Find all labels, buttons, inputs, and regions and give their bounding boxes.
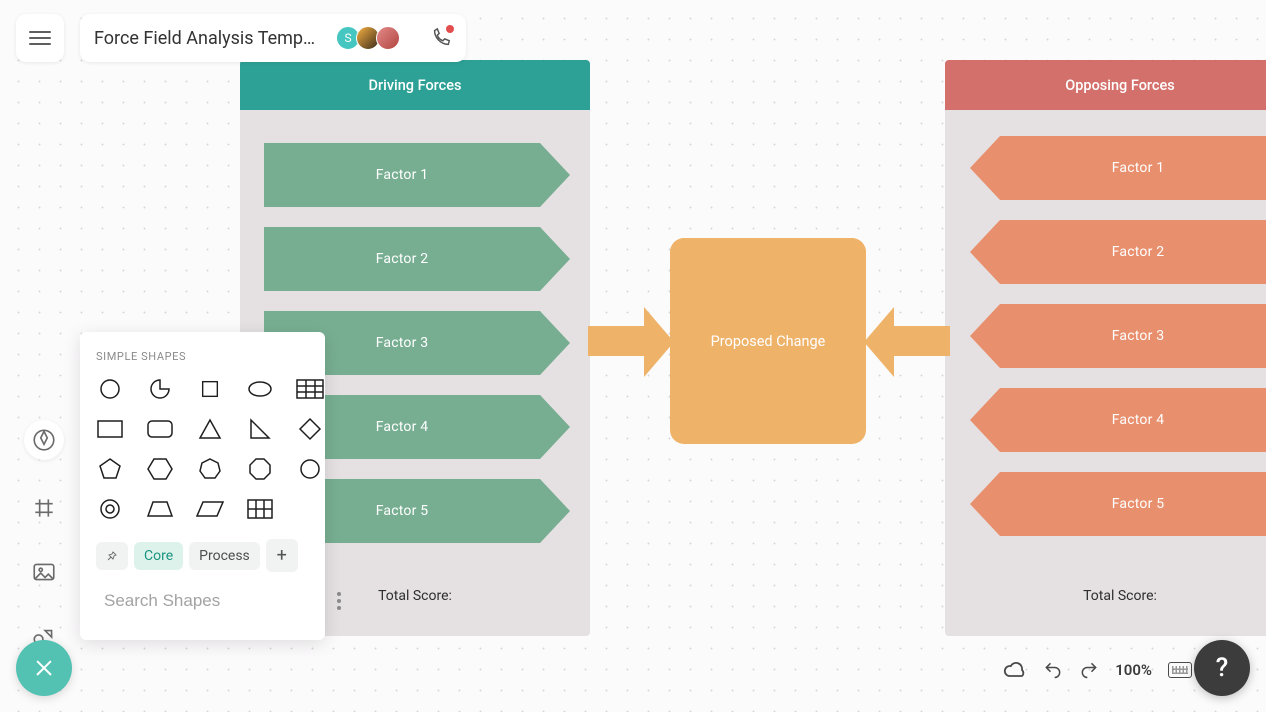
search-shapes-input[interactable]: [104, 591, 325, 611]
driving-factor-2[interactable]: Factor 2: [264, 227, 540, 291]
tab-core[interactable]: Core: [134, 542, 183, 570]
shapes-panel-header: SIMPLE SHAPES: [96, 350, 309, 363]
shape-pentagon[interactable]: [96, 457, 124, 481]
shape-trapezoid[interactable]: [146, 497, 174, 521]
shapes-tool[interactable]: [24, 420, 64, 460]
shape-diamond[interactable]: [296, 417, 324, 441]
shape-hexagon[interactable]: [146, 457, 174, 481]
call-badge: [446, 25, 454, 33]
pin-tab[interactable]: [96, 542, 128, 570]
shape-ellipse[interactable]: [246, 377, 274, 401]
shape-grid[interactable]: [246, 497, 274, 521]
opposing-header: Opposing Forces: [945, 60, 1266, 110]
opposing-factor-5[interactable]: Factor 5: [1000, 472, 1266, 536]
opposing-factor-3[interactable]: Factor 3: [1000, 304, 1266, 368]
collaborators: S: [336, 26, 400, 50]
shape-pie[interactable]: [146, 377, 174, 401]
shape-triangle[interactable]: [196, 417, 224, 441]
close-panel-button[interactable]: [16, 640, 72, 696]
image-tool[interactable]: [28, 556, 60, 588]
cloud-sync-icon[interactable]: [1003, 658, 1027, 682]
driving-factor-1[interactable]: Factor 1: [264, 143, 540, 207]
shape-right-triangle[interactable]: [246, 417, 274, 441]
hamburger-icon: [29, 31, 51, 46]
shape-heptagon[interactable]: [196, 457, 224, 481]
shape-ring[interactable]: [96, 497, 124, 521]
opposing-total: Total Score:: [945, 588, 1266, 604]
title-bar: Force Field Analysis Templ... S: [80, 14, 466, 62]
opposing-factor-2[interactable]: Factor 2: [1000, 220, 1266, 284]
document-title[interactable]: Force Field Analysis Templ...: [94, 28, 316, 49]
shape-circle2[interactable]: [296, 457, 324, 481]
shape-circle[interactable]: [96, 377, 124, 401]
undo-button[interactable]: [1043, 660, 1063, 680]
proposed-change-box[interactable]: Proposed Change: [670, 238, 866, 444]
opposing-factor-1[interactable]: Factor 1: [1000, 136, 1266, 200]
shape-rect[interactable]: [96, 417, 124, 441]
avatar-3[interactable]: [376, 26, 400, 50]
driving-header: Driving Forces: [240, 60, 590, 110]
status-controls: 100%: [1003, 658, 1192, 682]
arrow-right-head: [864, 307, 894, 377]
opposing-factor-4[interactable]: Factor 4: [1000, 388, 1266, 452]
zoom-level[interactable]: 100%: [1115, 661, 1152, 679]
help-button[interactable]: ?: [1194, 640, 1250, 696]
shapes-more-button[interactable]: [333, 588, 345, 614]
redo-button[interactable]: [1079, 660, 1099, 680]
arrow-left-stem: [588, 326, 646, 356]
menu-button[interactable]: [16, 14, 64, 62]
tab-add[interactable]: +: [266, 539, 298, 572]
shape-square[interactable]: [196, 377, 224, 401]
shape-table[interactable]: [296, 377, 324, 401]
keyboard-shortcuts-button[interactable]: [1168, 662, 1192, 678]
shape-rounded-rect[interactable]: [146, 417, 174, 441]
arrow-right-stem: [892, 326, 950, 356]
shape-octagon[interactable]: [246, 457, 274, 481]
frame-tool[interactable]: [28, 492, 60, 524]
call-button[interactable]: [430, 27, 452, 49]
tab-process[interactable]: Process: [189, 542, 260, 570]
shapes-panel: SIMPLE SHAPES Core Process +: [80, 332, 325, 640]
shape-parallelogram[interactable]: [196, 497, 224, 521]
